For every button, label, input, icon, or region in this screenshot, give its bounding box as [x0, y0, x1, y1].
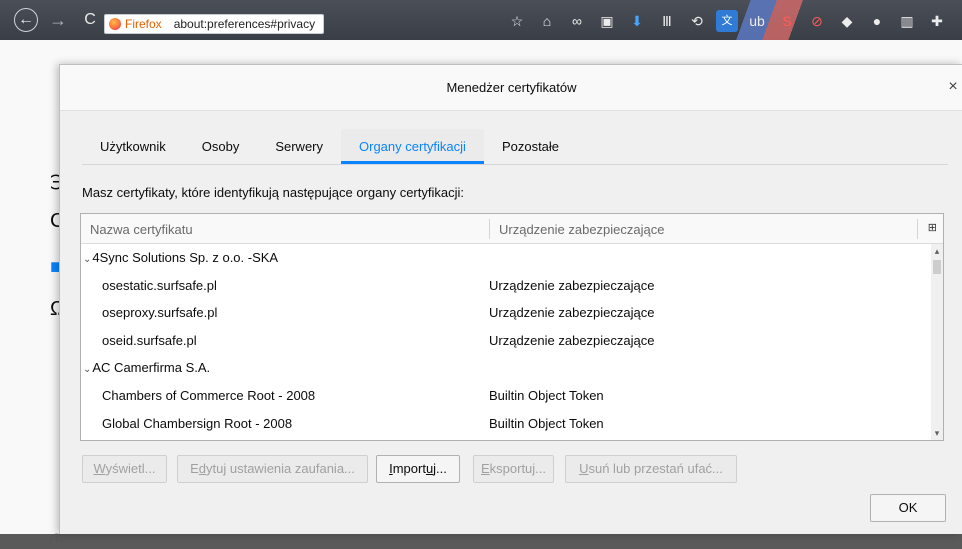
- block-icon[interactable]: ⊘: [806, 10, 828, 32]
- edit-trust-button[interactable]: Edytuj ustawienia zaufania...: [177, 455, 368, 483]
- history-icon[interactable]: ⟲: [686, 10, 708, 32]
- column-header-device[interactable]: Urządzenie zabezpieczające: [499, 222, 664, 237]
- certificate-name-cell: oseid.surfsafe.pl: [102, 333, 197, 348]
- back-button[interactable]: ←: [14, 8, 38, 32]
- certificate-name: Chambers of Commerce Root - 2008: [102, 388, 316, 403]
- certificate-name-cell: Chambers of Commerce Root - 2008: [102, 388, 315, 403]
- certificate-tree[interactable]: Nazwa certyfikatu Urządzenie zabezpiecza…: [80, 213, 944, 441]
- scrollbar-thumb[interactable]: [933, 260, 941, 274]
- certificate-name-cell: ⌄AC Camerfirma S.A.: [83, 360, 210, 375]
- paint-icon[interactable]: ◆: [836, 10, 858, 32]
- ok-button[interactable]: OK: [870, 494, 946, 522]
- bookmark-star-icon[interactable]: ☆: [506, 10, 528, 32]
- tab-pozosta-e[interactable]: Pozostałe: [484, 129, 577, 164]
- certificate-manager-dialog: Menedżer certyfikatów × Użytkownik Osoby S…: [59, 64, 962, 534]
- tab-u-ytkownik[interactable]: Użytkownik: [82, 129, 184, 164]
- certificate-name: oseproxy.surfsafe.pl: [102, 305, 218, 321]
- security-device-cell: Urządzenie zabezpieczające: [489, 305, 655, 321]
- certificate-name-cell: Global Chambersign Root - 2008: [102, 416, 292, 431]
- tab-osoby[interactable]: Osoby: [184, 129, 258, 164]
- url-text: about:preferences#privacy: [173, 17, 316, 31]
- forward-button[interactable]: →: [46, 8, 70, 32]
- tab-bar: Użytkownik Osoby Serwery Organy certyfikacj…: [82, 129, 948, 165]
- close-icon[interactable]: ×: [945, 77, 961, 97]
- column-separator[interactable]: [489, 219, 490, 239]
- infinity-icon[interactable]: ∞: [566, 10, 588, 32]
- library-icon[interactable]: Ⅲ: [656, 10, 678, 32]
- security-device-cell: Urządzenie zabezpieczające: [489, 277, 655, 293]
- certificate-name: Global Chambersign Root - 2008: [102, 415, 293, 431]
- security-device-cell: Builtin Object Token: [489, 415, 604, 431]
- column-picker-icon[interactable]: ⊞: [928, 221, 937, 234]
- certificate-name: 4Sync Solutions Sp. z o.o. -SKA: [92, 250, 279, 265]
- download-icon[interactable]: ⬇: [626, 10, 648, 32]
- certificate-name: AC Camerfirma S.A.: [92, 360, 211, 376]
- identity-label: Firefox: [125, 17, 162, 31]
- certificate-name-cell: ⌄4Sync Solutions Sp. z o.o. -SKA: [83, 250, 278, 265]
- extensions-icon[interactable]: ✚: [926, 10, 948, 32]
- reader-icon[interactable]: ▥: [896, 10, 918, 32]
- column-header-name[interactable]: Nazwa certyfikatu: [90, 222, 193, 237]
- browser-toolbar: ← → C Firefox about:preferences#privacy ☆…: [0, 0, 962, 40]
- scroll-up-icon[interactable]: ▴: [931, 244, 943, 258]
- table-row[interactable]: Chambers of Commerce Root - 2008 Builtin …: [81, 382, 933, 410]
- toolbar-icons: ☆ ⌂ ∞ ▣ ⬇ Ⅲ ⟲ 文 ub S ⊘ ◆ ● ▥ ✚: [506, 10, 948, 32]
- ublock-icon[interactable]: ub: [746, 10, 768, 32]
- table-row[interactable]: Global Chambersign Root - 2008 Builtin Ob…: [81, 410, 933, 438]
- view-button[interactable]: Wyświetl...: [82, 455, 167, 483]
- import-button[interactable]: Importuj...: [376, 455, 460, 483]
- dialog-title: Menedżer certyfikatów: [446, 80, 577, 95]
- tab-serwery[interactable]: Serwery: [257, 129, 341, 164]
- certificate-name: oseid.surfsafe.pl: [102, 332, 197, 348]
- puzzle-ghost-icon[interactable]: ●: [866, 10, 888, 32]
- url-bar[interactable]: Firefox about:preferences#privacy: [104, 14, 324, 34]
- column-separator[interactable]: [917, 219, 918, 239]
- table-row[interactable]: osestatic.surfsafe.pl Urządzenie zabezpie…: [81, 272, 933, 300]
- certificate-name-cell: oseproxy.surfsafe.pl: [102, 305, 217, 320]
- reload-button[interactable]: C: [78, 8, 102, 32]
- tree-rows: ⌄4Sync Solutions Sp. z o.o. -SKA osestati…: [81, 244, 933, 440]
- skype-icon[interactable]: S: [776, 10, 798, 32]
- home-icon[interactable]: ⌂: [536, 10, 558, 32]
- security-device-cell: Urządzenie zabezpieczające: [489, 332, 655, 348]
- print-icon[interactable]: ▣: [596, 10, 618, 32]
- certificate-name: osestatic.surfsafe.pl: [102, 277, 217, 293]
- table-row[interactable]: oseproxy.surfsafe.pl Urządzenie zabezpiec…: [81, 299, 933, 327]
- chevron-down-icon[interactable]: ⌄: [83, 364, 91, 375]
- tree-group-row[interactable]: ⌄4Sync Solutions Sp. z o.o. -SKA: [81, 244, 933, 272]
- translate-icon[interactable]: 文: [716, 10, 738, 32]
- tree-group-row[interactable]: ⌄AC Camerfirma S.A.: [81, 354, 933, 382]
- export-button[interactable]: Eksportuj...: [473, 455, 554, 483]
- dialog-titlebar: Menedżer certyfikatów ×: [60, 65, 962, 111]
- scroll-down-icon[interactable]: ▾: [931, 426, 943, 440]
- security-device-cell: Builtin Object Token: [489, 388, 604, 403]
- tree-header: Nazwa certyfikatu Urządzenie zabezpiecza…: [81, 214, 943, 244]
- intro-text: Masz certyfikaty, które identyfikują nas…: [82, 185, 464, 200]
- vertical-scrollbar[interactable]: ▴ ▾: [931, 244, 943, 440]
- delete-distrust-button[interactable]: Usuń lub przestań ufać...: [565, 455, 737, 483]
- certificate-name-cell: osestatic.surfsafe.pl: [102, 278, 217, 293]
- firefox-logo-icon: [109, 18, 121, 30]
- chevron-down-icon[interactable]: ⌄: [83, 254, 91, 265]
- table-row[interactable]: oseid.surfsafe.pl Urządzenie zabezpieczaj…: [81, 327, 933, 355]
- tab-organy-certyfikacji[interactable]: Organy certyfikacji: [341, 129, 484, 164]
